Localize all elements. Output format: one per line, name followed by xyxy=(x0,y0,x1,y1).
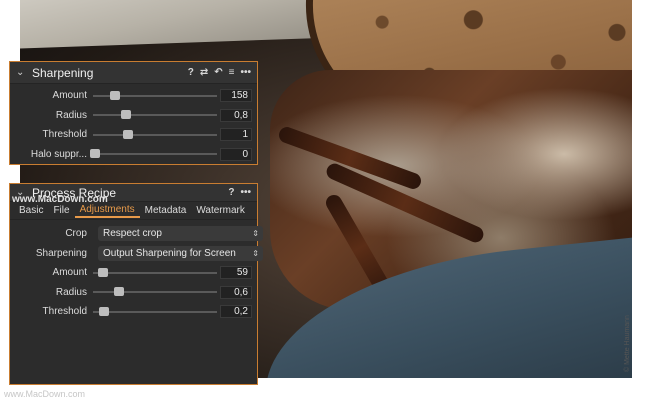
tab-watermark[interactable]: Watermark xyxy=(191,205,250,216)
help-icon[interactable]: ? xyxy=(228,187,234,198)
value-field[interactable]: 0,2 xyxy=(220,305,252,319)
reset-icon[interactable]: ↶ xyxy=(214,67,222,78)
sharpening-select-value: Output Sharpening for Screen xyxy=(103,247,236,259)
sharpening-header[interactable]: ⌄ Sharpening ? ⇄ ↶ ≡ ••• xyxy=(10,62,257,84)
help-icon[interactable]: ? xyxy=(188,67,194,78)
slider-row-radius: Radius 0,8 xyxy=(10,106,257,126)
crop-row: Crop Respect crop ⇕ xyxy=(10,224,263,244)
crop-select[interactable]: Respect crop ⇕ xyxy=(98,226,263,242)
value-field[interactable]: 0,8 xyxy=(220,108,252,122)
panel-title: Sharpening xyxy=(32,65,94,80)
tab-file[interactable]: File xyxy=(48,205,74,216)
slider-label: Amount xyxy=(52,90,87,102)
slider-knob[interactable] xyxy=(121,110,132,120)
more-icon[interactable]: ••• xyxy=(240,67,251,78)
sharpening-label: Sharpening xyxy=(35,247,87,259)
slider-label: Amount xyxy=(52,267,87,279)
slider-knob[interactable] xyxy=(114,287,125,297)
slider-knob[interactable] xyxy=(122,129,133,139)
value-field[interactable]: 0,6 xyxy=(220,285,252,299)
slider-track[interactable] xyxy=(93,90,217,100)
crop-label: Crop xyxy=(65,228,87,240)
slider-row-radius: Radius 0,6 xyxy=(10,283,257,303)
sharpening-panel: ⌄ Sharpening ? ⇄ ↶ ≡ ••• Amount 158 Radi… xyxy=(9,61,258,165)
slider-knob[interactable] xyxy=(90,149,101,159)
value-field[interactable]: 0 xyxy=(220,147,252,161)
watermark-logo-text: www.MacDown.com xyxy=(12,194,108,205)
updown-chevron-icon: ⇕ xyxy=(252,248,259,258)
updown-chevron-icon: ⇕ xyxy=(252,229,259,239)
tab-adjustments[interactable]: Adjustments xyxy=(74,204,140,218)
slider-knob[interactable] xyxy=(110,90,121,100)
slider-track[interactable] xyxy=(90,149,217,159)
slider-row-threshold: Threshold 1 xyxy=(10,125,257,145)
slider-row-halo-suppression: Halo suppr... 0 xyxy=(10,145,257,165)
slider-row-threshold: Threshold 0,2 xyxy=(10,302,257,322)
slider-track[interactable] xyxy=(93,129,217,139)
presets-icon[interactable]: ≡ xyxy=(229,67,235,78)
slider-label: Halo suppr... xyxy=(30,148,87,160)
slider-row-amount: Amount 158 xyxy=(10,86,257,106)
slider-track[interactable] xyxy=(93,306,217,316)
slider-knob[interactable] xyxy=(97,267,108,277)
watermark-footer-text: www.MacDown.com xyxy=(4,389,86,399)
slider-label: Radius xyxy=(55,286,87,298)
process-recipe-panel: ⌄ Process Recipe ? ••• Basic File Adjust… xyxy=(9,183,263,385)
photo-credit: © Mette Haumann xyxy=(624,315,631,372)
slider-track[interactable] xyxy=(93,287,217,297)
value-field[interactable]: 158 xyxy=(220,89,252,103)
crop-select-value: Respect crop xyxy=(103,228,162,240)
more-icon[interactable]: ••• xyxy=(240,187,251,198)
slider-label: Threshold xyxy=(42,129,87,141)
slider-knob[interactable] xyxy=(99,306,110,316)
tab-metadata[interactable]: Metadata xyxy=(140,205,192,216)
chevron-down-icon[interactable]: ⌄ xyxy=(16,67,30,78)
tab-basic[interactable]: Basic xyxy=(14,205,48,216)
slider-label: Radius xyxy=(55,109,87,121)
slider-label: Threshold xyxy=(42,306,87,318)
sharpening-select[interactable]: Output Sharpening for Screen ⇕ xyxy=(98,245,263,261)
output-sharpening-row: Sharpening Output Sharpening for Screen … xyxy=(10,244,263,264)
value-field[interactable]: 1 xyxy=(220,128,252,142)
copy-settings-icon[interactable]: ⇄ xyxy=(200,67,208,78)
slider-row-amount: Amount 59 xyxy=(10,263,257,283)
slider-track[interactable] xyxy=(93,267,217,277)
slider-track[interactable] xyxy=(93,110,217,120)
value-field[interactable]: 59 xyxy=(220,266,252,280)
